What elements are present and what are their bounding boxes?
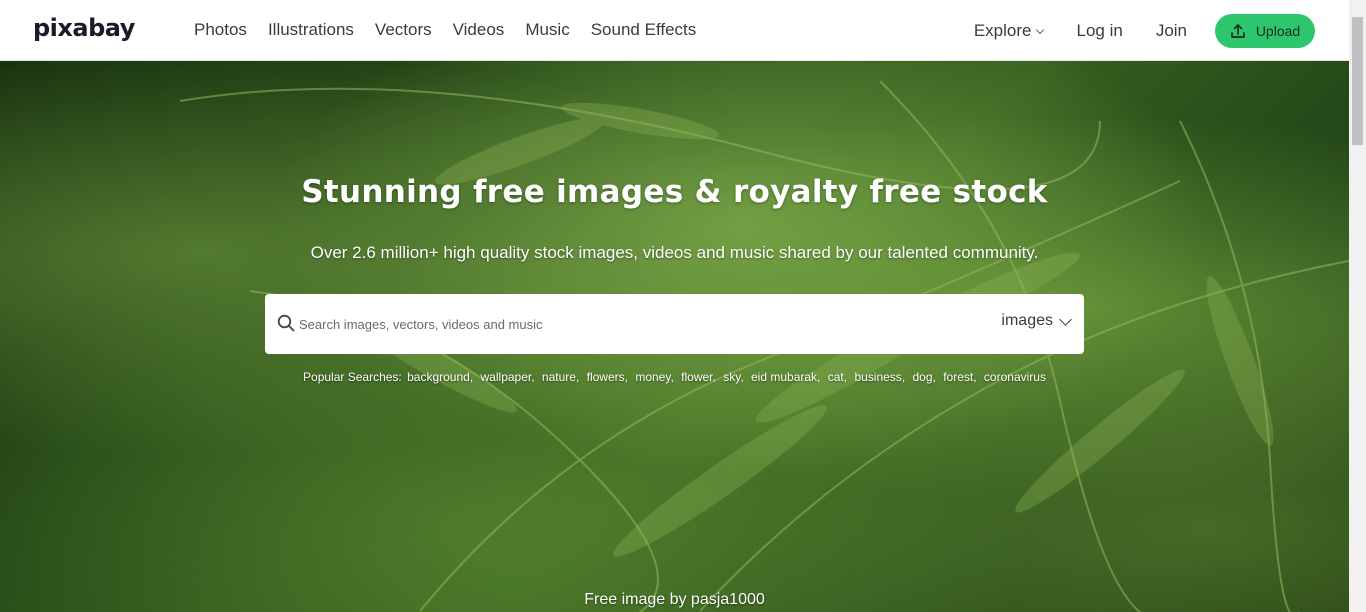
- popular-search-link[interactable]: cat: [828, 370, 844, 384]
- join-link[interactable]: Join: [1156, 21, 1187, 41]
- popular-search-link[interactable]: dog: [913, 370, 933, 384]
- popular-search-link[interactable]: business: [854, 370, 901, 384]
- search-icon: [277, 314, 295, 332]
- main-nav: Photos Illustrations Vectors Videos Musi…: [194, 20, 717, 40]
- popular-search-link[interactable]: nature: [542, 370, 576, 384]
- chevron-down-icon: [1059, 312, 1072, 326]
- nav-vectors[interactable]: Vectors: [375, 20, 432, 40]
- popular-searches-label: Popular Searches:: [303, 370, 402, 384]
- top-header: pixabay Photos Illustrations Vectors Vid…: [0, 0, 1349, 61]
- explore-menu[interactable]: Explore: [973, 21, 1045, 41]
- popular-search-link[interactable]: sky: [723, 370, 740, 384]
- popular-search-link[interactable]: forest: [943, 370, 973, 384]
- popular-search-link[interactable]: coronavirus: [984, 370, 1046, 384]
- upload-label: Upload: [1255, 23, 1301, 39]
- popular-searches: Popular Searches: background, wallpaper,…: [303, 370, 1046, 384]
- popular-search-link[interactable]: eid mubarak: [751, 370, 817, 384]
- login-link[interactable]: Log in: [1076, 21, 1122, 41]
- hero-title: Stunning free images & royalty free stoc…: [301, 174, 1048, 210]
- popular-search-link[interactable]: money: [635, 370, 670, 384]
- image-credit[interactable]: Free image by pasja1000: [0, 591, 1349, 609]
- upload-button[interactable]: Upload: [1215, 14, 1315, 48]
- media-type-select[interactable]: images: [1001, 312, 1072, 330]
- nav-illustrations[interactable]: Illustrations: [268, 20, 354, 40]
- nav-music[interactable]: Music: [525, 20, 569, 40]
- hero-subtitle: Over 2.6 million+ high quality stock ima…: [310, 243, 1039, 262]
- nav-videos[interactable]: Videos: [453, 20, 505, 40]
- chevron-down-icon: [1036, 25, 1045, 34]
- nav-sound-effects[interactable]: Sound Effects: [591, 20, 697, 40]
- page: pixabay Photos Illustrations Vectors Vid…: [0, 0, 1366, 612]
- hero-section: Stunning free images & royalty free stoc…: [0, 61, 1349, 612]
- scrollbar-thumb[interactable]: [1352, 17, 1363, 145]
- popular-search-link[interactable]: flower: [681, 370, 712, 384]
- page-scrollbar[interactable]: [1349, 0, 1366, 612]
- search-bar: images: [265, 294, 1084, 354]
- popular-search-link[interactable]: wallpaper: [481, 370, 532, 384]
- upload-icon: [1230, 24, 1245, 38]
- media-type-label: images: [1001, 312, 1053, 329]
- account-nav: Explore Log in Join Upload: [974, 14, 1315, 48]
- explore-label: Explore: [973, 21, 1032, 40]
- nav-photos[interactable]: Photos: [194, 20, 247, 40]
- search-input[interactable]: [299, 312, 979, 336]
- popular-search-link[interactable]: background: [407, 370, 470, 384]
- pixabay-logo[interactable]: pixabay: [33, 14, 135, 42]
- popular-search-link[interactable]: flowers: [587, 370, 625, 384]
